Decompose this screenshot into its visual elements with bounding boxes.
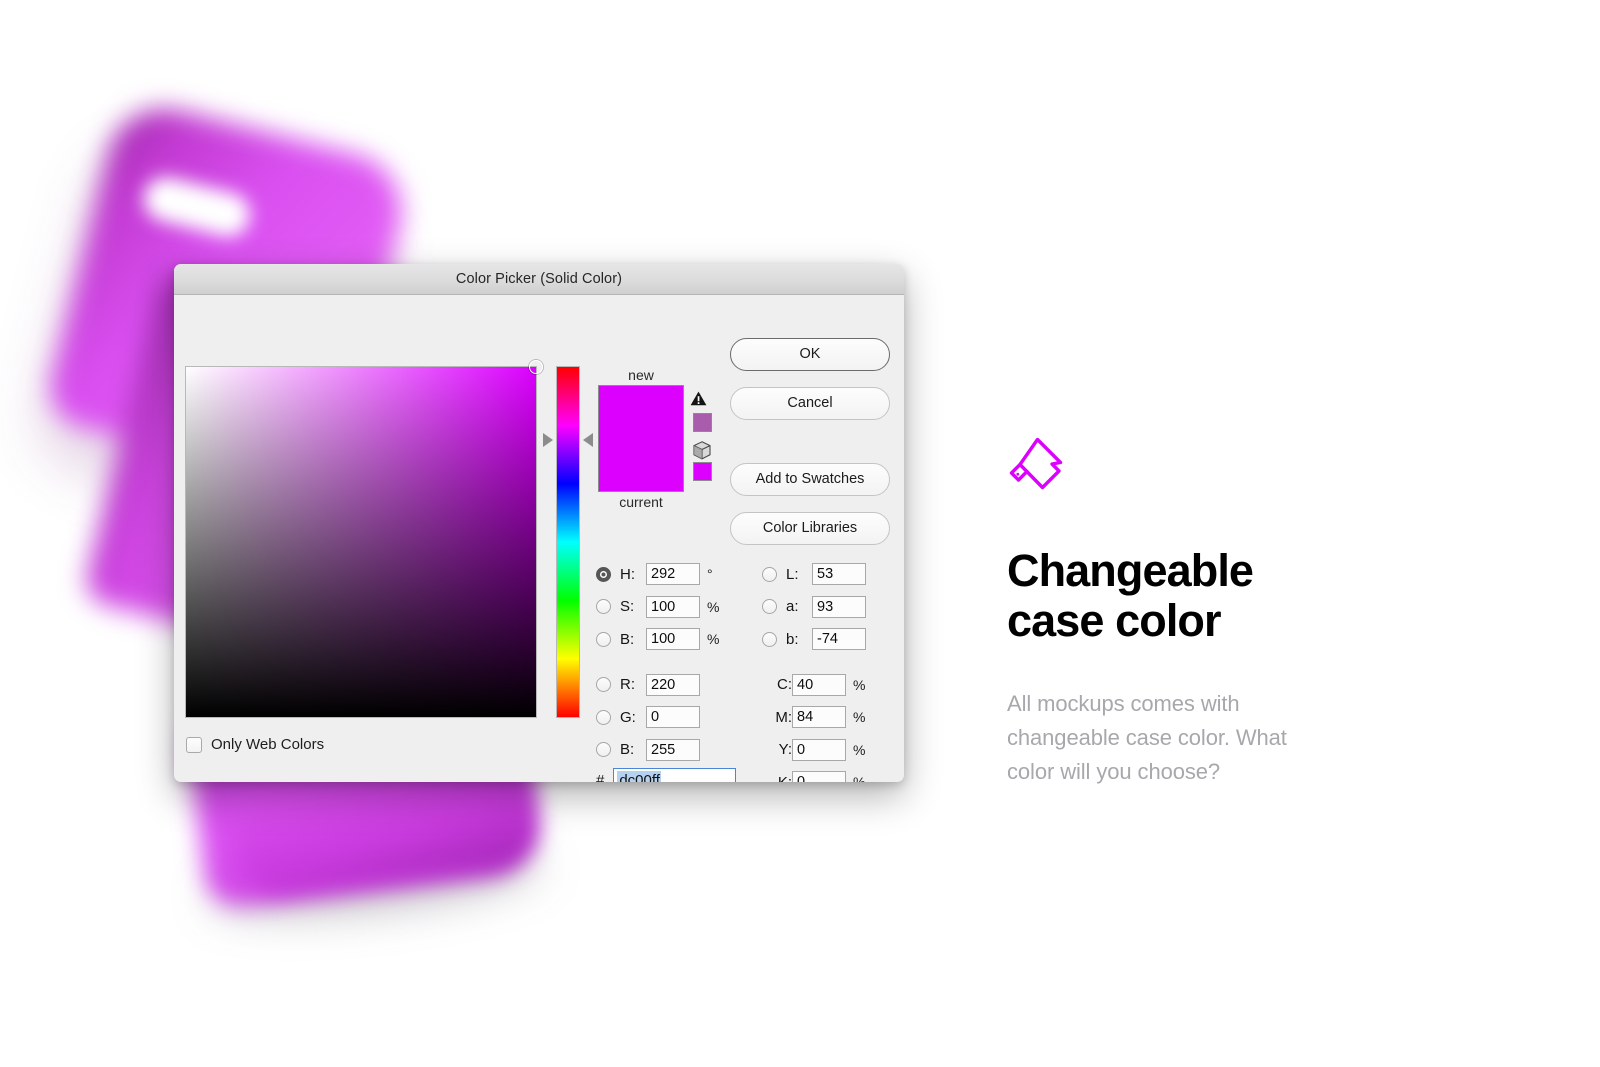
color-picker-dialog: Color Picker (Solid Color) Only Web Colo… (174, 264, 904, 782)
field-input[interactable]: 100 (646, 628, 700, 651)
field-input[interactable]: 292 (646, 563, 700, 586)
out-of-gamut-warning-icon[interactable] (690, 391, 707, 406)
radio-h[interactable] (596, 566, 611, 582)
sb-picker-marker[interactable] (529, 360, 543, 374)
radio-b[interactable] (596, 631, 611, 647)
field-unit: % (707, 598, 720, 615)
radio-l[interactable] (762, 566, 777, 582)
hsb-rgb-column: H: 292 ° S: 100% B: 100% R: 220 G: 0 B: 255 (596, 558, 746, 766)
web-safe-color-chip[interactable] (692, 462, 712, 481)
in-gamut-color-chip[interactable] (692, 413, 712, 432)
panel-headline: Changeable case color (1007, 545, 1254, 647)
field-unit: ° (707, 566, 713, 583)
field-unit: % (853, 676, 866, 693)
dialog-body: Only Web Colors new current OK Cancel Ad… (174, 295, 904, 782)
field-row: M: 84% (762, 701, 902, 734)
hsb-rows: H: 292 ° S: 100% B: 100% (596, 558, 746, 656)
hex-input-value: dc00ff (617, 771, 661, 782)
field-label: S: (620, 598, 635, 616)
field-label: a: (786, 598, 799, 616)
panel-body-text: All mockups comes with changeable case c… (1007, 690, 1287, 785)
new-color-swatch[interactable] (599, 386, 683, 440)
hex-field-row[interactable]: # dc00ff (596, 768, 737, 782)
hue-marker-right-icon[interactable] (583, 433, 593, 447)
field-row: R: 220 (596, 669, 746, 702)
add-to-swatches-button[interactable]: Add to Swatches (730, 463, 890, 496)
field-label: b: (786, 630, 799, 648)
field-label: H: (620, 565, 635, 583)
preview-swatch-stack (598, 385, 684, 493)
ok-button[interactable]: OK (730, 338, 890, 371)
field-row: K:0% (762, 766, 902, 782)
field-unit: % (853, 774, 867, 782)
hue-slider[interactable] (543, 366, 593, 718)
field-row: H: 292 ° (596, 558, 746, 591)
only-web-colors-checkbox[interactable] (186, 736, 202, 753)
field-label: Y: (778, 741, 792, 759)
rgb-rows: R: 220 G: 0 B: 255 (596, 669, 746, 767)
field-row: B: 100% (596, 623, 746, 656)
radio-r[interactable] (596, 677, 611, 693)
hue-strip[interactable] (556, 366, 580, 718)
field-input[interactable]: 100 (646, 595, 700, 618)
field-row: L: 53 (762, 558, 902, 591)
color-alerts (690, 391, 714, 490)
radio-g[interactable] (596, 709, 611, 725)
field-row: S: 100% (596, 591, 746, 624)
field-row: a: 93 (762, 591, 902, 624)
web-safe-cube-icon[interactable] (693, 441, 711, 460)
field-input[interactable]: 40 (792, 673, 846, 696)
radio-s[interactable] (596, 599, 611, 615)
field-input[interactable]: 0 (646, 706, 700, 729)
cmyk-rows: C:40%M:84%Y:0%K:0% (762, 669, 902, 782)
paint-roller-icon (1009, 437, 1063, 490)
field-row: Y: 0% (762, 734, 902, 767)
field-unit: % (853, 709, 866, 726)
screenshot-root: Color Picker (Solid Color) Only Web Colo… (0, 0, 1600, 1067)
field-unit: % (853, 741, 866, 758)
field-input[interactable]: 0 (792, 771, 846, 782)
current-color-swatch[interactable] (599, 439, 683, 492)
field-row: b: -74 (762, 623, 902, 656)
field-input[interactable]: 93 (812, 595, 866, 618)
field-label: R: (620, 676, 635, 694)
hex-hash-label: # (596, 772, 605, 782)
lab-rows: L: 53 a: 93 b: -74 (762, 558, 902, 656)
color-preview: new current (598, 365, 684, 513)
field-row: B: 255 (596, 734, 746, 767)
field-unit: % (707, 631, 720, 648)
new-color-label: new (628, 367, 654, 383)
radio-a[interactable] (762, 599, 777, 615)
only-web-colors-row[interactable]: Only Web Colors (186, 736, 324, 753)
field-input[interactable]: 53 (812, 563, 866, 586)
field-row: G: 0 (596, 701, 746, 734)
field-input[interactable]: 84 (792, 706, 846, 729)
field-input[interactable]: 220 (646, 673, 700, 696)
dialog-title: Color Picker (Solid Color) (455, 271, 623, 287)
radio-b[interactable] (596, 742, 611, 758)
only-web-colors-label: Only Web Colors (211, 736, 325, 753)
current-color-label: current (619, 494, 663, 511)
field-label: B: (620, 741, 635, 759)
radio-b[interactable] (762, 631, 777, 647)
field-label: B: (620, 630, 635, 648)
field-input[interactable]: -74 (812, 628, 866, 651)
marketing-panel: Changeable case color All mockups comes … (1007, 436, 1437, 790)
field-row: C: 40% (762, 669, 902, 702)
field-label: K: (762, 774, 792, 782)
hex-input[interactable]: dc00ff (613, 768, 737, 782)
hue-marker-left-icon[interactable] (543, 433, 553, 447)
field-label: G: (620, 708, 636, 726)
field-input[interactable]: 255 (646, 738, 700, 761)
field-label: L: (786, 565, 799, 583)
color-libraries-button[interactable]: Color Libraries (730, 512, 890, 545)
dialog-buttons: OK Cancel Add to Swatches Color Librarie… (730, 338, 890, 561)
dialog-titlebar[interactable]: Color Picker (Solid Color) (174, 264, 904, 295)
field-label: C: (777, 676, 792, 694)
cancel-button[interactable]: Cancel (730, 387, 890, 420)
field-label: M: (775, 708, 792, 726)
field-input[interactable]: 0 (792, 738, 846, 761)
saturation-brightness-field[interactable] (185, 360, 543, 718)
lab-cmyk-column: L:53a:93b:-74 C:40%M:84%Y:0%K:0% (762, 558, 902, 782)
